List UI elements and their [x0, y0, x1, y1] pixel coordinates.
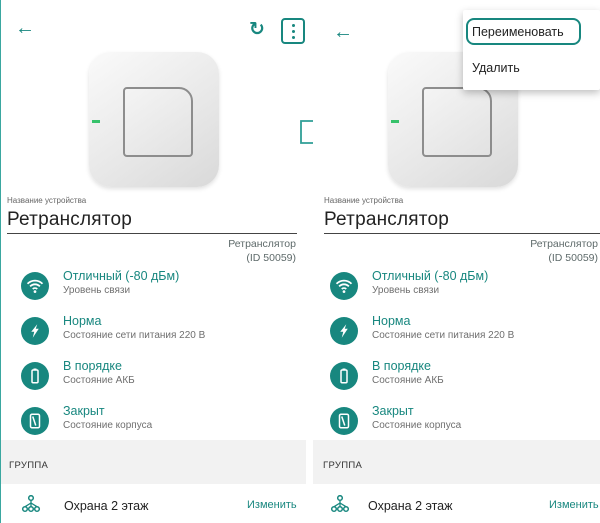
group-name: Охрана 2 этаж: [64, 499, 149, 513]
power-plug-icon: [330, 317, 358, 345]
device-type-label: Ретранслятор (ID 50059): [228, 238, 296, 264]
device-name-field[interactable]: Ретранслятор: [7, 209, 132, 231]
power-plug-icon: [21, 317, 49, 345]
device-screen-after: ← Название устройства Ретранслятор Ретра…: [313, 0, 600, 523]
battery-icon: [330, 362, 358, 390]
device-screen-before: ← ↻ Название устройства Ретранслятор Рет…: [0, 0, 310, 523]
status-power: Норма Состояние сети питания 220 В: [21, 311, 301, 351]
menu-item-rename[interactable]: Переименовать: [463, 17, 600, 47]
wifi-icon: [21, 272, 49, 300]
rename-highlight: [466, 18, 581, 45]
status-battery: В порядке Состояние АКБ: [330, 356, 600, 396]
status-signal: Отличный (-80 дБм) Уровень связи: [21, 266, 301, 306]
led-indicator: [391, 120, 399, 123]
device-name-underline: [7, 233, 297, 234]
refresh-icon[interactable]: ↻: [247, 20, 267, 40]
status-case: Закрыт Состояние корпуса: [330, 401, 600, 441]
device-image: [89, 52, 219, 187]
status-battery: В порядке Состояние АКБ: [21, 356, 301, 396]
arrow-left-icon[interactable]: ←: [333, 22, 353, 42]
edit-group-button[interactable]: Изменить: [247, 499, 297, 511]
group-header: ГРУППА: [323, 460, 363, 471]
battery-icon: [21, 362, 49, 390]
menu-item-delete[interactable]: Удалить: [463, 53, 600, 83]
group-tree-icon: [330, 494, 350, 513]
status-signal: Отличный (-80 дБм) Уровень связи: [330, 266, 600, 306]
device-name-field[interactable]: Ретранслятор: [324, 209, 449, 231]
case-icon: [21, 407, 49, 435]
status-case: Закрыт Состояние корпуса: [21, 401, 301, 441]
group-name: Охрана 2 этаж: [368, 499, 453, 513]
edit-group-button[interactable]: Изменить: [549, 499, 599, 511]
wifi-icon: [330, 272, 358, 300]
status-power: Норма Состояние сети питания 220 В: [330, 311, 600, 351]
overflow-menu: Переименовать Удалить: [463, 10, 600, 90]
device-name-caption: Название устройства: [324, 196, 404, 205]
group-header: ГРУППА: [9, 460, 49, 471]
arrow-left-icon[interactable]: ←: [15, 18, 35, 38]
more-vertical-icon[interactable]: [281, 18, 305, 44]
device-name-caption: Название устройства: [7, 196, 87, 205]
device-type-label: Ретранслятор (ID 50059): [530, 238, 598, 264]
device-name-underline: [324, 233, 600, 234]
case-icon: [330, 407, 358, 435]
instruction-stage: ← ↻ Название устройства Ретранслятор Рет…: [0, 0, 600, 523]
group-tree-icon: [21, 494, 41, 513]
led-indicator: [92, 120, 100, 123]
